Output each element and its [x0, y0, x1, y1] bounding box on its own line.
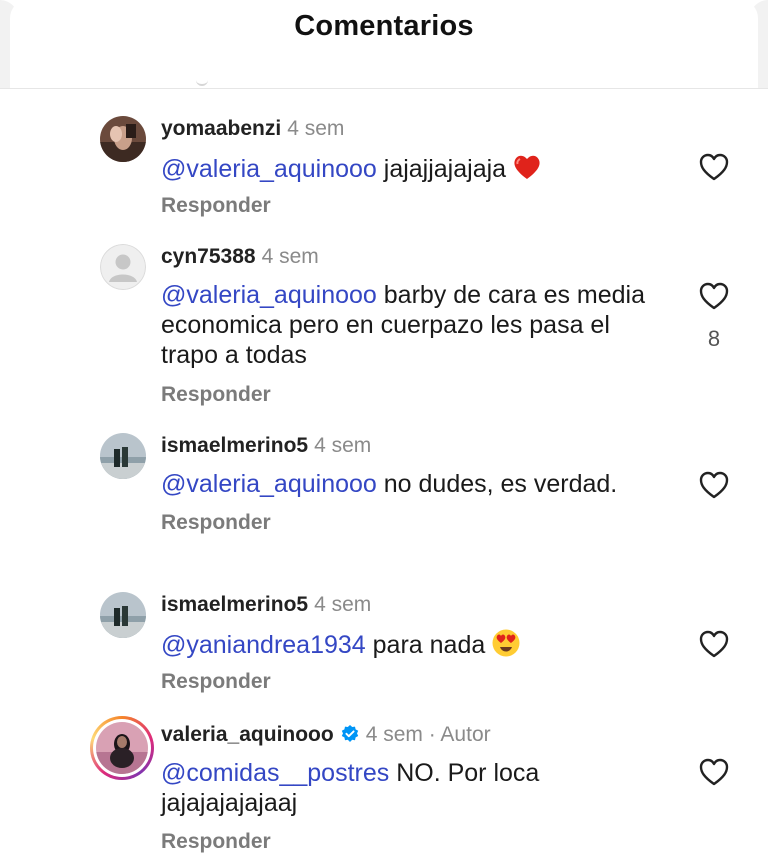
username[interactable]: ismaelmerino5: [161, 593, 308, 616]
reply-button[interactable]: Responder: [161, 830, 271, 854]
like-heart-icon[interactable]: [698, 629, 730, 659]
avatar[interactable]: [100, 244, 146, 290]
comments-sheet-header: Comentarios: [0, 0, 768, 89]
sheet-header-surface: Comentarios: [10, 0, 758, 88]
comment-body: jajajjajajaja: [376, 155, 507, 183]
author-label: · Autor: [428, 723, 491, 746]
like-heart-icon[interactable]: [698, 470, 730, 500]
comment-meta: ismaelmerino5 4 sem: [161, 433, 371, 459]
comment-text: @valeria_aquinooo barby de cara es media…: [161, 280, 661, 370]
page-title: Comentarios: [294, 10, 474, 42]
comment-text: @valeria_aquinooo no dudes, es verdad.: [161, 469, 681, 499]
comment-text: @comidas__postres NO. Por loca jajajajaj…: [161, 758, 681, 818]
comment-meta: valeria_aquinooo 4 sem · Autor: [161, 722, 491, 748]
comment-text: @valeria_aquinooo jajajjajajaja: [161, 152, 681, 184]
mention-link[interactable]: @comidas__postres: [161, 759, 389, 787]
like-heart-icon[interactable]: [698, 281, 730, 311]
avatar[interactable]: [96, 722, 148, 774]
username[interactable]: valeria_aquinooo: [161, 723, 334, 746]
comment-time: 4 sem: [261, 245, 319, 268]
username[interactable]: cyn75388: [161, 245, 256, 268]
avatar[interactable]: [100, 433, 146, 479]
comment-time: 4 sem: [314, 593, 372, 616]
comment-time: 4 sem: [365, 723, 423, 746]
red-heart-icon: [512, 152, 542, 182]
like-heart-icon[interactable]: [698, 152, 730, 182]
reply-button[interactable]: Responder: [161, 194, 271, 218]
comment-body: para nada: [365, 631, 486, 659]
reply-button[interactable]: Responder: [161, 670, 271, 694]
mention-link[interactable]: @yaniandrea1934: [161, 631, 366, 659]
avatar[interactable]: [100, 116, 146, 162]
like-count: 8: [707, 326, 721, 351]
mention-link[interactable]: @valeria_aquinooo: [161, 470, 377, 498]
avatar[interactable]: [100, 592, 146, 638]
comment-meta: ismaelmerino5 4 sem: [161, 592, 371, 618]
mention-link[interactable]: @valeria_aquinooo: [161, 281, 377, 309]
comment-text: @yaniandrea1934 para nada: [161, 628, 681, 660]
reply-button[interactable]: Responder: [161, 383, 271, 407]
username[interactable]: yomaabenzi: [161, 117, 281, 140]
comment-meta: cyn75388 4 sem: [161, 244, 319, 270]
story-ring[interactable]: [90, 716, 154, 780]
like-heart-icon[interactable]: [698, 757, 730, 787]
comment-time: 4 sem: [314, 434, 372, 457]
comment-meta: yomaabenzi 4 sem: [161, 116, 344, 142]
comment-body: no dudes, es verdad.: [376, 470, 618, 498]
reply-button[interactable]: Responder: [161, 511, 271, 535]
username[interactable]: ismaelmerino5: [161, 434, 308, 457]
mention-link[interactable]: @valeria_aquinooo: [161, 155, 377, 183]
heart-eyes-emoji-icon: [491, 628, 521, 658]
verified-badge-icon: [340, 724, 360, 744]
comment-time: 4 sem: [287, 117, 345, 140]
